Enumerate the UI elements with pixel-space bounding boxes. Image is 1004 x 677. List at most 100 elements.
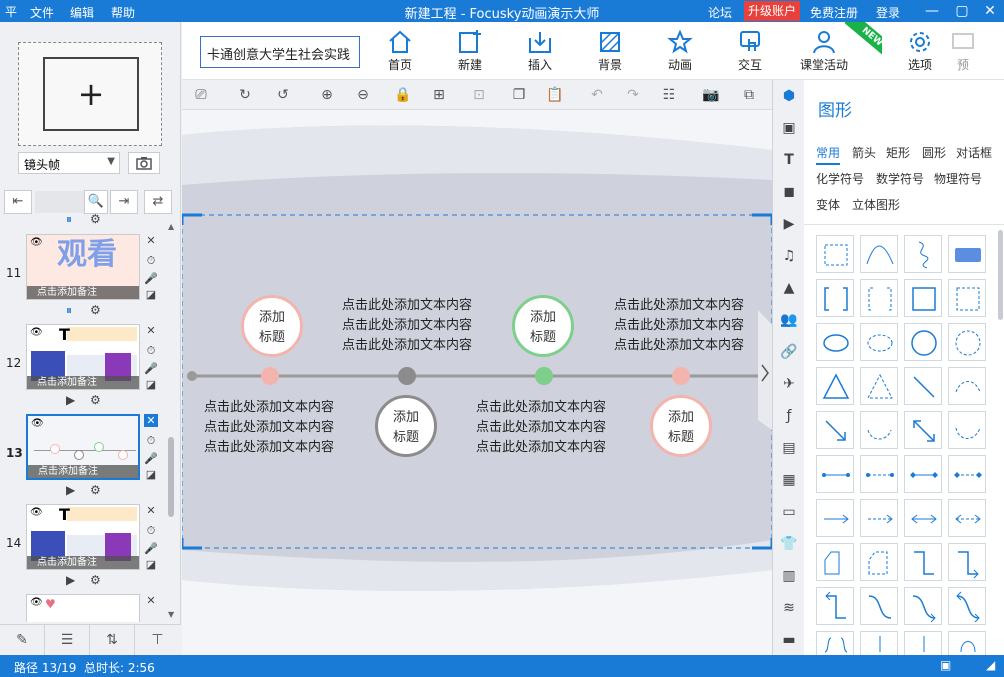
background-button[interactable]: 背景 [580, 26, 640, 76]
people-icon[interactable]: 👥 [780, 312, 798, 330]
resize-icon[interactable]: ◪ [144, 558, 158, 571]
shape-brace-3-cell[interactable] [904, 631, 942, 655]
shape-brace-cell[interactable] [816, 631, 854, 655]
shape-dashed-ellipse-cell[interactable] [860, 323, 898, 361]
edit-note-icon[interactable]: ✎ [0, 625, 45, 656]
settings-icon[interactable]: ⚙ [90, 214, 101, 226]
search-slide-button[interactable]: 🔍 [84, 190, 108, 214]
menu-help[interactable]: 帮助 [111, 4, 135, 21]
layers-icon[interactable]: ▤ [780, 440, 798, 458]
settings-icon[interactable]: ⚙ [90, 573, 101, 587]
timeline-text-4[interactable]: 点击此处添加文本内容 点击此处添加文本内容 点击此处添加文本内容 [614, 296, 764, 356]
speech-bubble-icon[interactable]: ◼ [780, 184, 798, 202]
first-slide-button[interactable]: ⇤ [4, 190, 32, 214]
eye-icon[interactable]: 👁 [30, 507, 43, 518]
video-icon[interactable]: ▶ [780, 216, 798, 234]
slide-thumbnail[interactable]: T 👁 点击添加备注 [26, 324, 140, 390]
timeline-title-3[interactable]: 添加 标题 [512, 295, 574, 357]
slide-note[interactable]: 点击添加备注 [27, 286, 139, 299]
shape-dashed-rect-cell[interactable] [816, 235, 854, 273]
shape-tab-cell[interactable] [816, 543, 854, 581]
upgrade-account-button[interactable]: 升级账户 [744, 1, 800, 21]
plane-icon[interactable]: ✈ [780, 376, 798, 394]
slide-item-11[interactable]: 11 观看 👁 点击添加备注 ✕ ⏱ 🎤 ◪ ⏸ ⚙ [0, 234, 181, 326]
format-painter-icon[interactable]: ⎚ [190, 85, 212, 105]
close-button[interactable]: ✕ [978, 1, 1002, 21]
settings-icon[interactable]: ⚙ [90, 303, 101, 317]
music-icon[interactable]: ♫ [780, 248, 798, 266]
slide-note[interactable]: 点击添加备注 [27, 556, 139, 569]
play-icon[interactable]: ▶ [66, 393, 75, 407]
maximize-button[interactable]: ▢ [950, 1, 974, 21]
delete-slide-icon[interactable]: ✕ [144, 504, 158, 517]
lock-icon[interactable]: 🔒 [392, 85, 414, 105]
copy-icon[interactable]: ❐ [508, 85, 530, 105]
minimize-button[interactable]: — [920, 1, 944, 21]
window-toggle-icon[interactable]: ⧉ [738, 85, 760, 105]
window-icon[interactable]: ▭ [780, 504, 798, 522]
shape-brace-4-cell[interactable] [948, 631, 986, 655]
slide-item-12[interactable]: 12 T 👁 点击添加备注 ✕ ⏱ 🎤 ◪ ▶ ⚙ [0, 324, 181, 416]
chart-icon[interactable]: ▲ [780, 280, 798, 298]
category-arrow[interactable]: 箭头 [852, 144, 876, 161]
shape-diamond-line-cell[interactable] [904, 455, 942, 493]
shape-curve-cell[interactable] [860, 235, 898, 273]
shape-ellipse-cell[interactable] [816, 323, 854, 361]
timer-icon[interactable]: ⏱ [144, 524, 158, 538]
slide-thumbnail[interactable]: T 👁 点击添加备注 [26, 504, 140, 570]
timeline-title-1[interactable]: 添加 标题 [241, 295, 303, 357]
gallery-icon[interactable]: ▦ [780, 472, 798, 490]
timeline-text-1[interactable]: 点击此处添加文本内容 点击此处添加文本内容 点击此处添加文本内容 [204, 398, 354, 458]
screenshot-camera-icon[interactable]: 📷 [700, 85, 722, 105]
pause-icon[interactable]: ⏸ [66, 303, 72, 318]
shape-dashed-double-arrow-line-cell[interactable] [948, 499, 986, 537]
stack-icon[interactable]: ≋ [780, 600, 798, 618]
shape-brackets-cell[interactable] [816, 279, 854, 317]
shape-dashed-diamond-line-cell[interactable] [948, 455, 986, 493]
pause-icon[interactable]: ⏸ [66, 214, 72, 227]
presentation-icon[interactable]: ▣ [940, 658, 951, 672]
login-link[interactable]: 登录 [876, 4, 900, 21]
shape-dashed-double-curve-cell[interactable] [948, 411, 986, 449]
reorder-slides-button[interactable]: ⇄ [144, 190, 172, 214]
shape-icon[interactable]: ⬢ [780, 88, 798, 106]
category-rectangle[interactable]: 矩形 [886, 144, 910, 161]
shape-elbow-cell[interactable] [904, 543, 942, 581]
new-button[interactable]: 新建 [440, 26, 500, 76]
shape-dot-line-cell[interactable] [816, 455, 854, 493]
shape-circle-cell[interactable] [904, 323, 942, 361]
menu-edit[interactable]: 编辑 [70, 4, 94, 21]
slide-thumbnail[interactable]: 👁 点击添加备注 [26, 414, 140, 480]
paste-icon[interactable]: 📋 [544, 85, 566, 105]
shape-elbow-arrow-cell[interactable] [948, 543, 986, 581]
grid-settings-icon[interactable]: ⊡ [468, 85, 490, 105]
frame-type-select[interactable]: 镜头帧 ▼ [18, 152, 120, 174]
rotate-right-icon[interactable]: ↻ [234, 85, 256, 105]
shape-triangle-cell[interactable] [816, 367, 854, 405]
slide-item-15[interactable]: 👁 ♥ ✕ [0, 594, 181, 622]
grid-icon[interactable]: ⊞ [428, 85, 450, 105]
shape-dashed-triangle-cell[interactable] [860, 367, 898, 405]
resize-icon[interactable]: ◪ [144, 288, 158, 301]
shape-double-arrow-line-cell[interactable] [904, 499, 942, 537]
delete-slide-icon[interactable]: ✕ [144, 324, 158, 337]
mic-icon[interactable]: 🎤 [144, 362, 158, 375]
shape-squiggle-cell[interactable] [904, 235, 942, 273]
add-frame-button[interactable]: + [18, 42, 162, 146]
slide-item-13[interactable]: 13 👁 点击添加备注 ✕ ⏱ 🎤 ◪ ▶ ⚙ [0, 414, 181, 506]
slide-note[interactable]: 点击添加备注 [28, 465, 138, 478]
shape-dashed-arc-cell[interactable] [948, 367, 986, 405]
shape-s-curve-arrow-cell[interactable] [904, 587, 942, 625]
image-icon[interactable]: ▣ [780, 120, 798, 138]
slide-item-14[interactable]: 14 T 👁 点击添加备注 ✕ ⏱ 🎤 ◪ ▶ ⚙ [0, 504, 181, 596]
zoom-out-icon[interactable]: ⊖ [352, 85, 374, 105]
category-variant[interactable]: 变体 [816, 196, 840, 213]
slide-thumbnail[interactable]: 👁 ♥ [26, 594, 140, 622]
timer-icon[interactable]: ⏱ [144, 344, 158, 358]
shape-dashed-square-cell[interactable] [948, 279, 986, 317]
forum-link[interactable]: 论坛 [708, 4, 732, 21]
redo-icon[interactable]: ↷ [622, 85, 644, 105]
timeline-title-2[interactable]: 添加 标题 [375, 395, 437, 457]
zoom-in-icon[interactable]: ⊕ [316, 85, 338, 105]
eye-icon[interactable]: 👁 [30, 597, 43, 608]
